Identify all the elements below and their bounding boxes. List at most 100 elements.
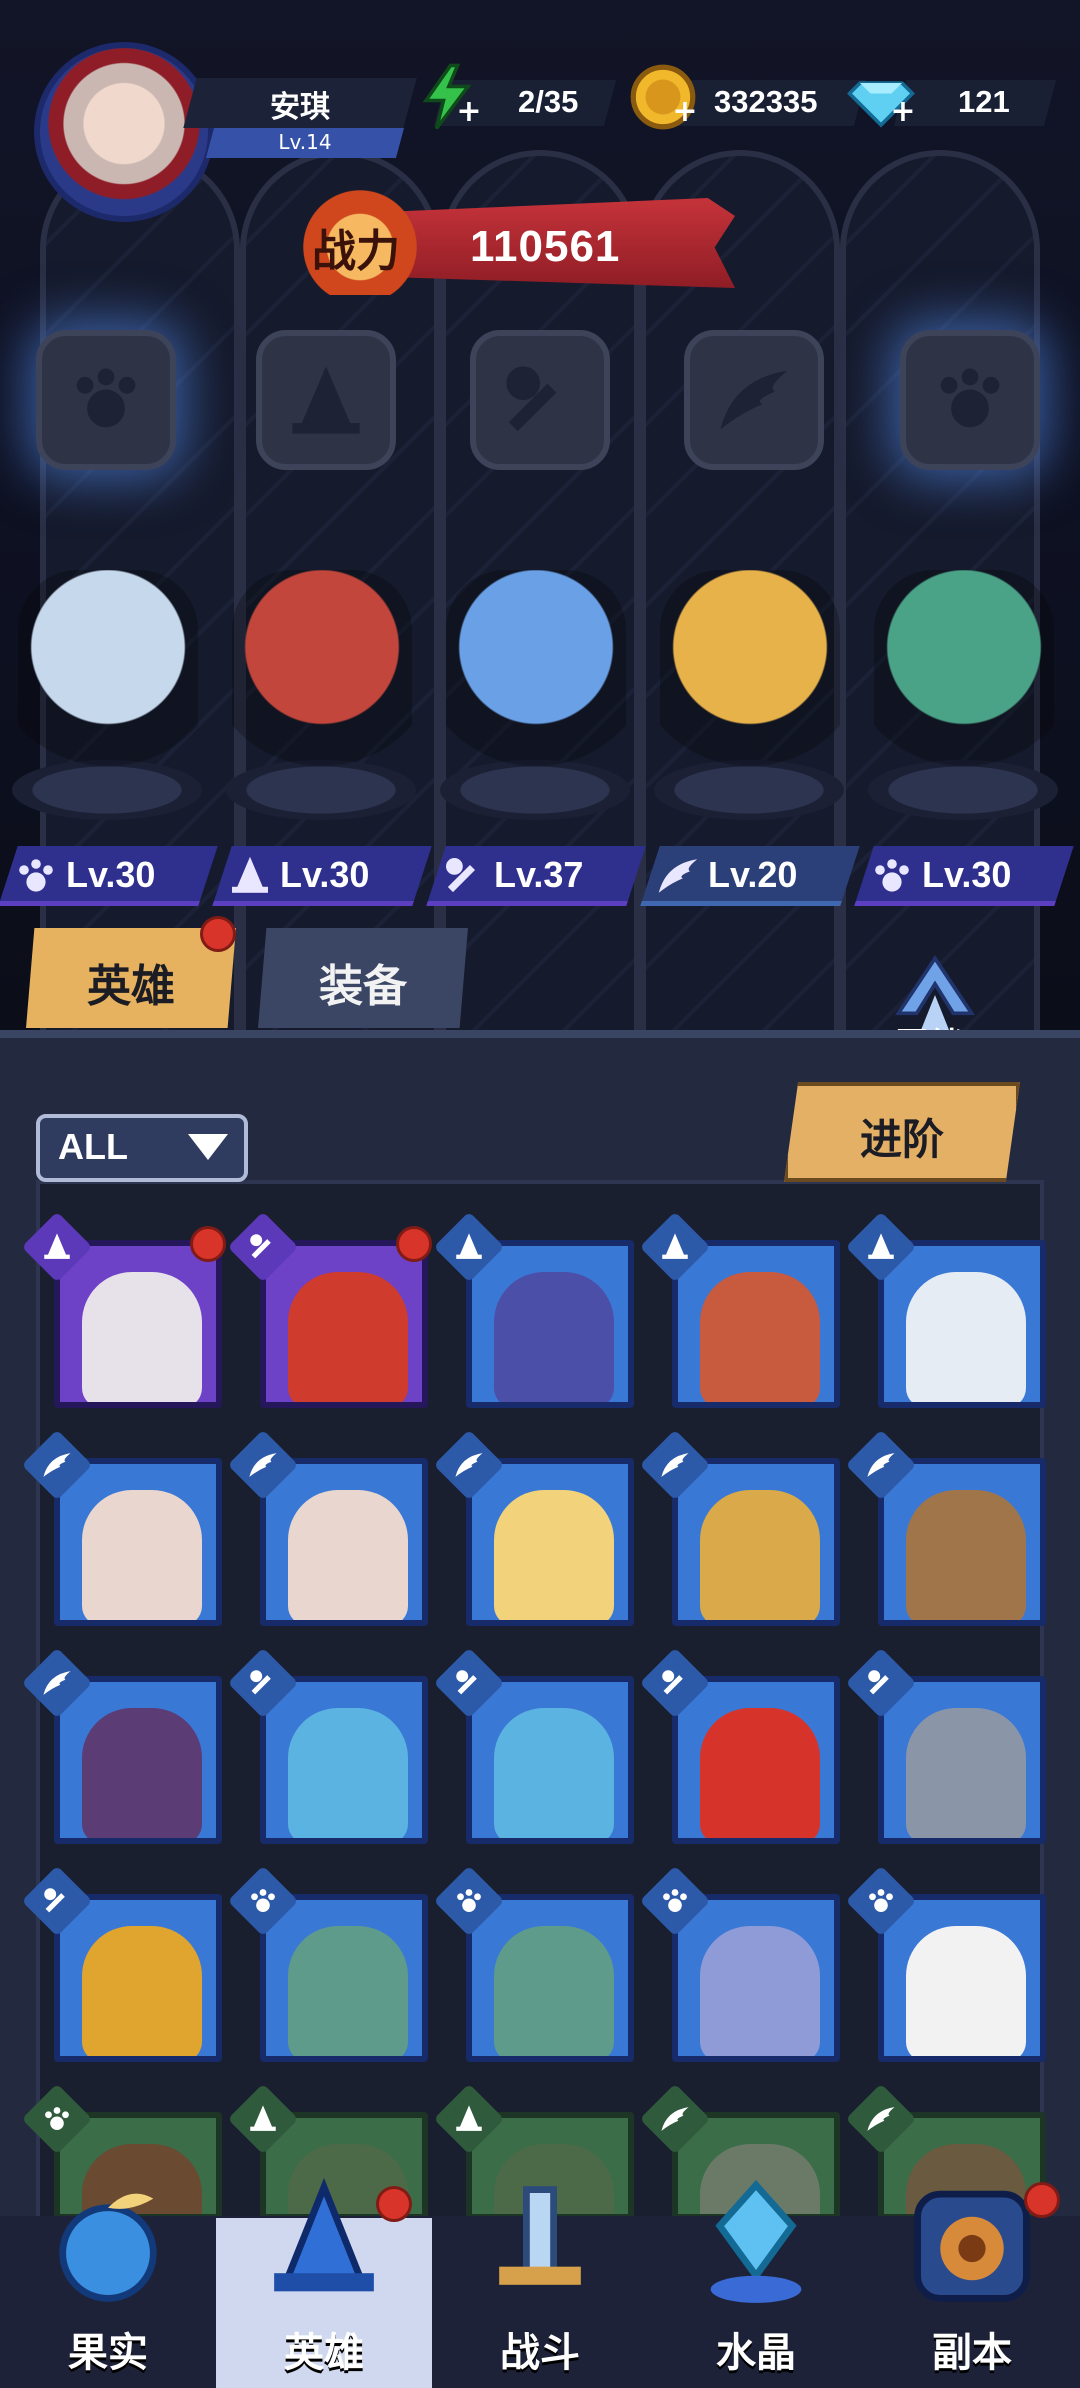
nav-item-crystal[interactable]: 水晶 <box>648 2176 864 2388</box>
nav-alert-badge <box>1024 2182 1060 2218</box>
hero-portrait <box>494 1272 614 1402</box>
hero-portrait <box>494 1926 614 2056</box>
wizard-class-icon <box>227 2083 299 2155</box>
hero-portrait <box>700 1926 820 2056</box>
wizard-class-emblem-icon <box>256 330 396 470</box>
team-hero-1[interactable] <box>18 570 198 790</box>
nav-item-fruit[interactable]: 果实 <box>0 2176 216 2388</box>
wrench-class-icon <box>227 1211 299 1283</box>
paw-class-icon <box>12 852 60 900</box>
wrench-class-icon <box>440 852 488 900</box>
paw-class-emblem-icon <box>36 330 176 470</box>
battle-icon <box>472 2176 608 2306</box>
player-avatar[interactable] <box>34 42 214 222</box>
paw-class-icon <box>868 852 916 900</box>
nav-label: 战斗 <box>500 2330 580 2376</box>
nav-item-hero[interactable]: 英雄 <box>216 2177 432 2388</box>
wrench-class-icon <box>639 1647 711 1719</box>
wing-class-icon <box>639 1429 711 1501</box>
hero-portrait <box>700 1708 820 1838</box>
nav-label: 果实 <box>68 2330 148 2376</box>
tab-heroes-label: 英雄 <box>87 961 175 1012</box>
hero-icon <box>256 2177 392 2308</box>
team-hero-level-badge: Lv.30 <box>0 846 218 906</box>
hero-alert-badge <box>190 1226 226 1262</box>
tab-equipment-label: 装备 <box>319 961 407 1012</box>
energy-value: 2/35 <box>518 84 579 119</box>
team-hero-level-badge: Lv.20 <box>640 846 860 906</box>
team-hero-2[interactable] <box>232 570 412 790</box>
team-hero-level: Lv.37 <box>494 854 584 895</box>
wing-class-icon <box>639 2083 711 2155</box>
team-hero-level: Lv.30 <box>66 854 156 895</box>
hero-portrait <box>906 1272 1026 1402</box>
hero-portrait <box>700 1272 820 1402</box>
wrench-class-icon <box>21 1865 93 1937</box>
add-gems-button[interactable]: + <box>890 97 916 127</box>
wing-class-emblem-icon <box>684 330 824 470</box>
hero-portrait <box>494 1490 614 1620</box>
nav-alert-badge <box>376 2186 412 2222</box>
hero-portrait <box>906 1926 1026 2056</box>
paw-class-emblem-icon <box>900 330 1040 470</box>
hero-portrait <box>906 1490 1026 1620</box>
add-energy-button[interactable]: + <box>456 97 482 127</box>
wing-class-icon <box>845 2083 917 2155</box>
team-hero-level: Lv.30 <box>280 854 370 895</box>
wizard-class-icon <box>433 2083 505 2155</box>
nav-label: 英雄 <box>284 2330 364 2376</box>
power-label: 战力 <box>312 227 400 276</box>
wrench-class-icon <box>433 1647 505 1719</box>
wing-class-icon <box>21 1429 93 1501</box>
gold-value: 332335 <box>714 84 818 119</box>
hero-portrait <box>700 1490 820 1620</box>
hero-portrait <box>288 1926 408 2056</box>
paw-class-icon <box>21 2083 93 2155</box>
paw-class-icon <box>433 1865 505 1937</box>
team-hero-level: Lv.30 <box>922 854 1012 895</box>
wizard-class-icon <box>433 1211 505 1283</box>
hero-portrait <box>288 1708 408 1838</box>
gem-value: 121 <box>958 84 1010 119</box>
add-gold-button[interactable]: + <box>672 97 698 127</box>
hero-portrait <box>82 1490 202 1620</box>
team-hero-level-badge: Lv.30 <box>854 846 1074 906</box>
paw-class-icon <box>227 1865 299 1937</box>
nav-item-battle[interactable]: 战斗 <box>432 2176 648 2388</box>
wing-class-icon <box>845 1429 917 1501</box>
class-filter-label: ALL <box>58 1126 128 1167</box>
wizard-class-icon <box>226 852 274 900</box>
paw-class-icon <box>845 1865 917 1937</box>
team-hero-level-badge: Lv.37 <box>426 846 646 906</box>
wing-class-icon <box>654 852 702 900</box>
wrench-class-icon <box>227 1647 299 1719</box>
power-value: 110561 <box>470 222 621 271</box>
advance-button-label: 进阶 <box>859 1115 944 1164</box>
nav-label: 水晶 <box>716 2330 796 2376</box>
dungeon-icon <box>904 2176 1040 2306</box>
wing-class-icon <box>433 1429 505 1501</box>
player-level: Lv.14 <box>278 130 332 154</box>
team-hero-4[interactable] <box>660 570 840 790</box>
wrench-class-icon <box>845 1647 917 1719</box>
tab-heroes-alert-badge <box>200 916 236 952</box>
wrench-class-emblem-icon <box>470 330 610 470</box>
fruit-icon <box>40 2176 176 2306</box>
hero-alert-badge <box>396 1226 432 1262</box>
nav-item-dungeon[interactable]: 副本 <box>864 2176 1080 2388</box>
team-hero-level-badge: Lv.30 <box>212 846 432 906</box>
crystal-icon <box>688 2176 824 2306</box>
wizard-class-icon <box>639 1211 711 1283</box>
team-hero-3[interactable] <box>446 570 626 790</box>
team-hero-5[interactable] <box>874 570 1054 790</box>
wing-class-icon <box>227 1429 299 1501</box>
paw-class-icon <box>639 1865 711 1937</box>
chevron-down-icon <box>188 1134 228 1160</box>
hero-portrait <box>82 1708 202 1838</box>
player-name: 安琪 <box>270 91 330 124</box>
hero-portrait <box>288 1490 408 1620</box>
team-hero-level: Lv.20 <box>708 854 798 895</box>
hero-portrait <box>82 1926 202 2056</box>
nav-label: 副本 <box>932 2330 1012 2376</box>
hero-portrait <box>494 1708 614 1838</box>
